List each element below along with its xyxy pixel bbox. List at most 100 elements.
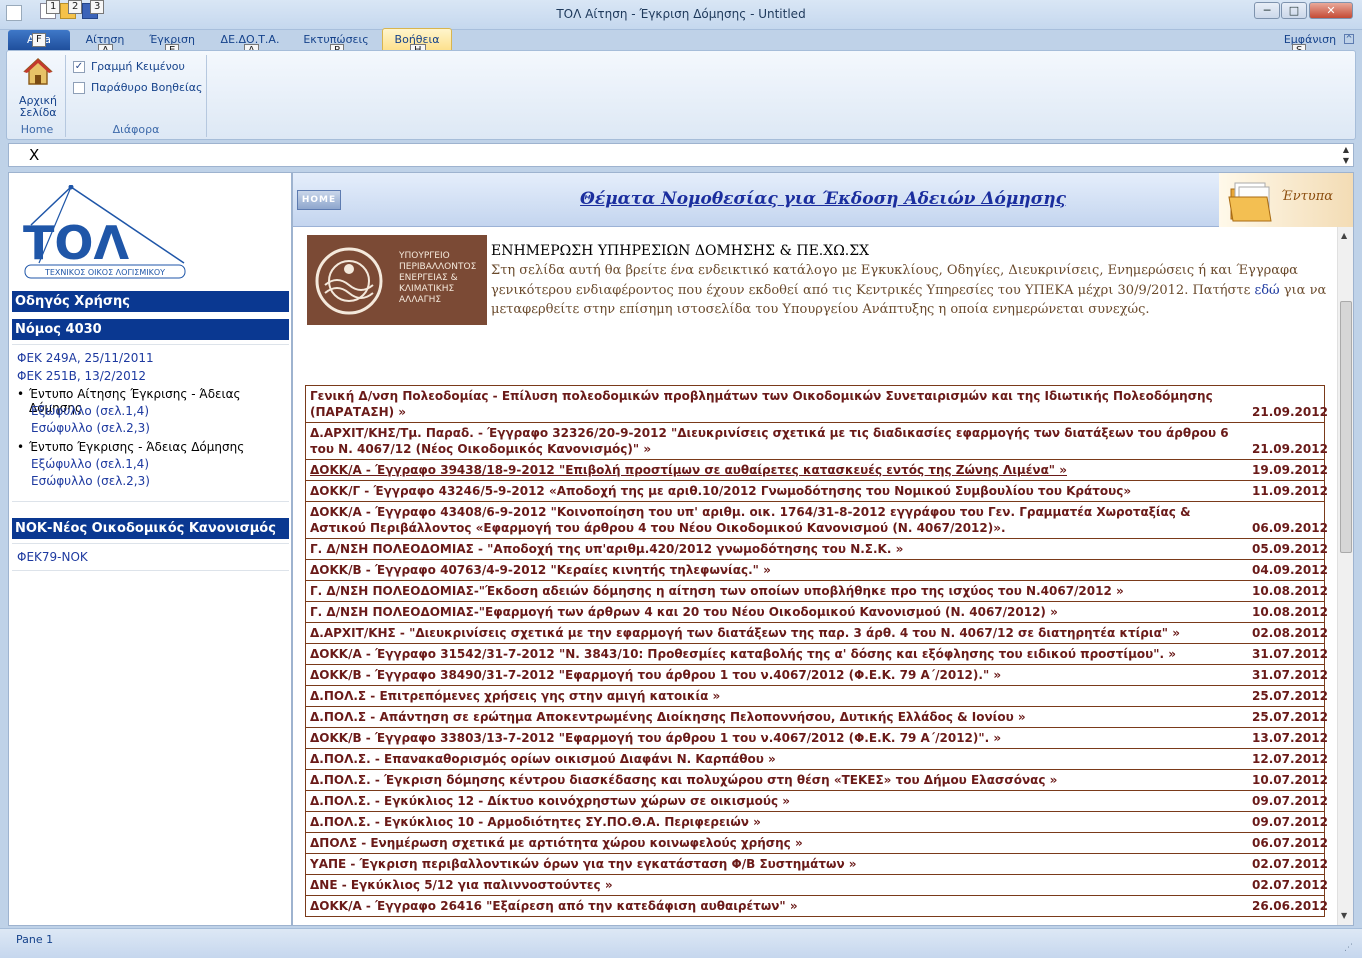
view-menu[interactable]: Εμφάνιση	[1280, 30, 1340, 50]
help-window-checkbox[interactable]	[73, 82, 85, 94]
table-row[interactable]: Δ.ΠΟΛ.Σ. - Εγκύκλιος 12 - Δίκτυο κοινόχρ…	[306, 790, 1328, 811]
scrollbar-thumb[interactable]	[1340, 301, 1352, 553]
document-date: 10.08.2012	[1252, 584, 1328, 598]
table-row[interactable]: ΔΟΚΚ/Α - Έγγραφο 31542/31-7-2012 "Ν. 384…	[306, 643, 1328, 664]
table-row[interactable]: Δ.ΠΟΛ.Σ - Επιτρεπόμενες χρήσεις γης στην…	[306, 685, 1328, 706]
table-row[interactable]: ΔΟΚΚ/Β - Έγγραφο 33803/13-7-2012 "Εφαρμο…	[306, 727, 1328, 748]
status-pane-label: Pane 1	[16, 933, 54, 946]
table-row[interactable]: ΔΟΚΚ/Α - Έγγραφο 43408/6-9-2012 "Κοινοπο…	[306, 501, 1328, 538]
document-link[interactable]: ΔΟΚΚ/Β - Έγγραφο 33803/13-7-2012 "Εφαρμο…	[306, 728, 1252, 748]
law-4030-header[interactable]: Νόμος 4030	[12, 318, 289, 340]
document-link[interactable]: Δ.ΠΟΛ.Σ. - Εγκύκλιος 10 - Αρμοδιότητες Σ…	[306, 812, 1252, 832]
section-heading: ΕΝΗΜΕΡΩΣΗ ΥΠΗΡΕΣΙΩΝ ΔΟΜΗΣΗΣ & ΠΕ.ΧΩ.ΣΧ	[491, 243, 870, 259]
text-line-scroll[interactable]: ▲ ▼	[1339, 144, 1353, 166]
here-link[interactable]: εδώ	[1254, 283, 1279, 298]
document-link[interactable]: Δ.ΠΟΛ.Σ - Απάντηση σε ερώτημα Αποκεντρωμ…	[306, 707, 1252, 727]
ministry-line: ΚΛΙΜΑΤΙΚΗΣ	[399, 284, 455, 294]
table-row[interactable]: Δ.ΑΡΧΙΤ/ΚΗΣ/Τμ. Παραδ. - Έγγραφο 32326/2…	[306, 422, 1328, 459]
table-row[interactable]: ΥΑΠΕ - Έγκριση περιβαλλοντικών όρων για …	[306, 853, 1328, 874]
ministry-line: ΑΛΛΑΓΗΣ	[399, 295, 442, 305]
document-date: 06.07.2012	[1252, 836, 1328, 850]
table-row[interactable]: Γενική Δ/νση Πολεοδομίας - Επίλυση πολεο…	[306, 386, 1328, 422]
table-row[interactable]: Δ.ΠΟΛ.Σ - Απάντηση σε ερώτημα Αποκεντρωμ…	[306, 706, 1328, 727]
divider	[12, 543, 289, 544]
nok-header[interactable]: ΝΟΚ-Νέος Οικοδομικός Κανονισμός	[12, 517, 289, 539]
ribbon-divider	[206, 55, 207, 137]
document-link[interactable]: ΔΟΚΚ/Α - Έγγραφο 39438/18-9-2012 "Επιβολ…	[306, 460, 1252, 480]
intro-line-3: μεταφερθείτε στην επίσημη ιστοσελίδα του…	[491, 302, 1150, 317]
intro-text: γενικότερου ενδιαφέροντος που έχουν εκδο…	[491, 283, 1255, 298]
table-row[interactable]: ΔΟΚΚ/Β - Έγγραφο 40763/4-9-2012 "Κεραίες…	[306, 559, 1328, 580]
table-row[interactable]: Γ. Δ/ΝΣΗ ΠΟΛΕΟΔΟΜΙΑΣ - "Αποδοχή της υπ'α…	[306, 538, 1328, 559]
document-date: 09.07.2012	[1252, 815, 1328, 829]
document-link[interactable]: ΔΝΕ - Εγκύκλιος 5/12 για παλιννοστούντες…	[306, 875, 1252, 895]
document-link[interactable]: Δ.ΑΡΧΙΤ/ΚΗΣ - "Διευκρινίσεις σχετικά με …	[306, 623, 1252, 643]
document-link[interactable]: ΔΟΚΚ/Α - Έγγραφο 31542/31-7-2012 "Ν. 384…	[306, 644, 1252, 664]
vertical-scrollbar[interactable]: ▲ ▼	[1337, 227, 1353, 925]
ribbon-tabs: Αίτηση Έγκριση ΔΕ.ΔΟ.Τ.Α. Εκτυπώσεις Βοή…	[0, 30, 1362, 50]
document-link[interactable]: Δ.ΑΡΧΙΤ/ΚΗΣ/Τμ. Παραδ. - Έγγραφο 32326/2…	[306, 423, 1252, 459]
document-link[interactable]: Γ. Δ/ΝΣΗ ΠΟΛΕΟΔΟΜΙΑΣ-"Έκδοση αδειών δόμη…	[306, 581, 1252, 601]
document-link[interactable]: Δ.ΠΟΛ.Σ - Επιτρεπόμενες χρήσεις γης στην…	[306, 686, 1252, 706]
document-link[interactable]: Γ. Δ/ΝΣΗ ΠΟΛΕΟΔΟΜΙΑΣ - "Αποδοχή της υπ'α…	[306, 539, 1252, 559]
document-date: 26.06.2012	[1252, 899, 1328, 913]
forms-button[interactable]: Έντυπα	[1219, 173, 1353, 227]
ribbon-minimize-icon[interactable]: ^	[1344, 34, 1354, 44]
intro-text: για να	[1279, 283, 1327, 298]
user-guide-header[interactable]: Οδηγός Χρήσης	[12, 290, 289, 312]
close-button[interactable]: ✕	[1309, 2, 1353, 19]
table-row[interactable]: Δ.ΠΟΛ.Σ. - Επανακαθορισμός ορίων οικισμο…	[306, 748, 1328, 769]
document-link[interactable]: ΔΟΚΚ/Β - Έγγραφο 40763/4-9-2012 "Κεραίες…	[306, 560, 1252, 580]
bullet-icon: •	[17, 440, 25, 454]
document-link[interactable]: ΔΟΚΚ/Α - Έγγραφο 26416 "Εξαίρεση από την…	[306, 896, 1252, 916]
document-date: 02.08.2012	[1252, 626, 1328, 640]
document-link[interactable]: ΔΟΚΚ/Α - Έγγραφο 43408/6-9-2012 "Κοινοπο…	[306, 502, 1252, 538]
link-app-inner[interactable]: Εσώφυλλο (σελ.2,3)	[31, 421, 150, 435]
link-permit-inner[interactable]: Εσώφυλλο (σελ.2,3)	[31, 474, 150, 488]
documents-table: Γενική Δ/νση Πολεοδομίας - Επίλυση πολεο…	[305, 385, 1328, 917]
resize-grip-icon[interactable]: ⋰	[1344, 943, 1356, 955]
table-row[interactable]: ΔΝΕ - Εγκύκλιος 5/12 για παλιννοστούντες…	[306, 874, 1328, 895]
document-link[interactable]: ΔΟΚΚ/Β - Έγγραφο 38490/31-7-2012 "Εφαρμο…	[306, 665, 1252, 685]
table-row[interactable]: ΔΟΚΚ/Α - Έγγραφο 39438/18-9-2012 "Επιβολ…	[306, 459, 1328, 480]
link-fek-251b[interactable]: ΦΕΚ 251Β, 13/2/2012	[17, 369, 146, 383]
status-bar: Pane 1 ⋰	[0, 928, 1362, 958]
divider	[12, 570, 289, 571]
document-link[interactable]: ΔΠΟΛΣ - Ενημέρωση σχετικά με αρτιότητα χ…	[306, 833, 1252, 853]
text-line-checkbox[interactable]: ✓	[73, 61, 85, 73]
document-link[interactable]: Δ.ΠΟΛ.Σ. - Έγκριση δόμησης κέντρου διασκ…	[306, 770, 1252, 790]
document-date: 02.07.2012	[1252, 878, 1328, 892]
document-link[interactable]: ΥΑΠΕ - Έγκριση περιβαλλοντικών όρων για …	[306, 854, 1252, 874]
home-page-label: Αρχική Σελίδα	[15, 95, 61, 119]
table-row[interactable]: ΔΟΚΚ/Β - Έγγραφο 38490/31-7-2012 "Εφαρμο…	[306, 664, 1328, 685]
table-row[interactable]: Γ. Δ/ΝΣΗ ΠΟΛΕΟΔΟΜΙΑΣ-"Εφαρμογή των άρθρω…	[306, 601, 1328, 622]
document-link[interactable]: Γ. Δ/ΝΣΗ ΠΟΛΕΟΔΟΜΙΑΣ-"Εφαρμογή των άρθρω…	[306, 602, 1252, 622]
document-link[interactable]: Δ.ΠΟΛ.Σ. - Επανακαθορισμός ορίων οικισμο…	[306, 749, 1252, 769]
scroll-down-icon[interactable]: ▼	[1341, 911, 1347, 920]
content-area: ΥΠΟΥΡΓΕΙΟ ΠΕΡΙΒΑΛΛΟΝΤΟΣ ΕΝΕΡΓΕΙΑΣ & ΚΛΙΜ…	[293, 227, 1337, 925]
table-row[interactable]: ΔΠΟΛΣ - Ενημέρωση σχετικά με αρτιότητα χ…	[306, 832, 1328, 853]
home-label-line2: Σελίδα	[19, 106, 57, 119]
table-row[interactable]: ΔΟΚΚ/Γ - Έγγραφο 43246/5-9-2012 «Αποδοχή…	[306, 480, 1328, 501]
document-link[interactable]: Δ.ΠΟΛ.Σ. - Εγκύκλιος 12 - Δίκτυο κοινόχρ…	[306, 791, 1252, 811]
link-permit-cover[interactable]: Εξώφυλλο (σελ.1,4)	[31, 457, 149, 471]
home-page-button[interactable]: Αρχική Σελίδα	[15, 55, 61, 119]
maximize-button[interactable]: □	[1281, 2, 1307, 19]
link-fek-249a[interactable]: ΦΕΚ 249Α, 25/11/2011	[17, 351, 154, 365]
table-row[interactable]: Γ. Δ/ΝΣΗ ΠΟΛΕΟΔΟΜΙΑΣ-"Έκδοση αδειών δόμη…	[306, 580, 1328, 601]
link-fek79-nok[interactable]: ΦΕΚ79-ΝΟΚ	[17, 550, 88, 564]
logo-subtitle: ΤΕΧΝΙΚΟΣ ΟΙΚΟΣ ΛΟΓΙΣΜΙΚΟΥ	[44, 268, 165, 277]
folder-icon	[1228, 182, 1272, 222]
table-row[interactable]: Δ.ΑΡΧΙΤ/ΚΗΣ - "Διευκρινίσεις σχετικά με …	[306, 622, 1328, 643]
table-row[interactable]: ΔΟΚΚ/Α - Έγγραφο 26416 "Εξαίρεση από την…	[306, 895, 1328, 916]
document-link[interactable]: Γενική Δ/νση Πολεοδομίας - Επίλυση πολεο…	[306, 386, 1252, 422]
document-date: 04.09.2012	[1252, 563, 1328, 577]
scroll-up-icon[interactable]: ▲	[1341, 231, 1347, 240]
document-link[interactable]: ΔΟΚΚ/Γ - Έγγραφο 43246/5-9-2012 «Αποδοχή…	[306, 481, 1252, 501]
link-app-cover[interactable]: Εξώφυλλο (σελ.1,4)	[31, 404, 149, 418]
table-row[interactable]: Δ.ΠΟΛ.Σ. - Έγκριση δόμησης κέντρου διασκ…	[306, 769, 1328, 790]
table-row[interactable]: Δ.ΠΟΛ.Σ. - Εγκύκλιος 10 - Αρμοδιότητες Σ…	[306, 811, 1328, 832]
minimize-button[interactable]: ─	[1254, 2, 1280, 19]
document-date: 25.07.2012	[1252, 710, 1328, 724]
text-line-input[interactable]: X	[29, 146, 39, 164]
